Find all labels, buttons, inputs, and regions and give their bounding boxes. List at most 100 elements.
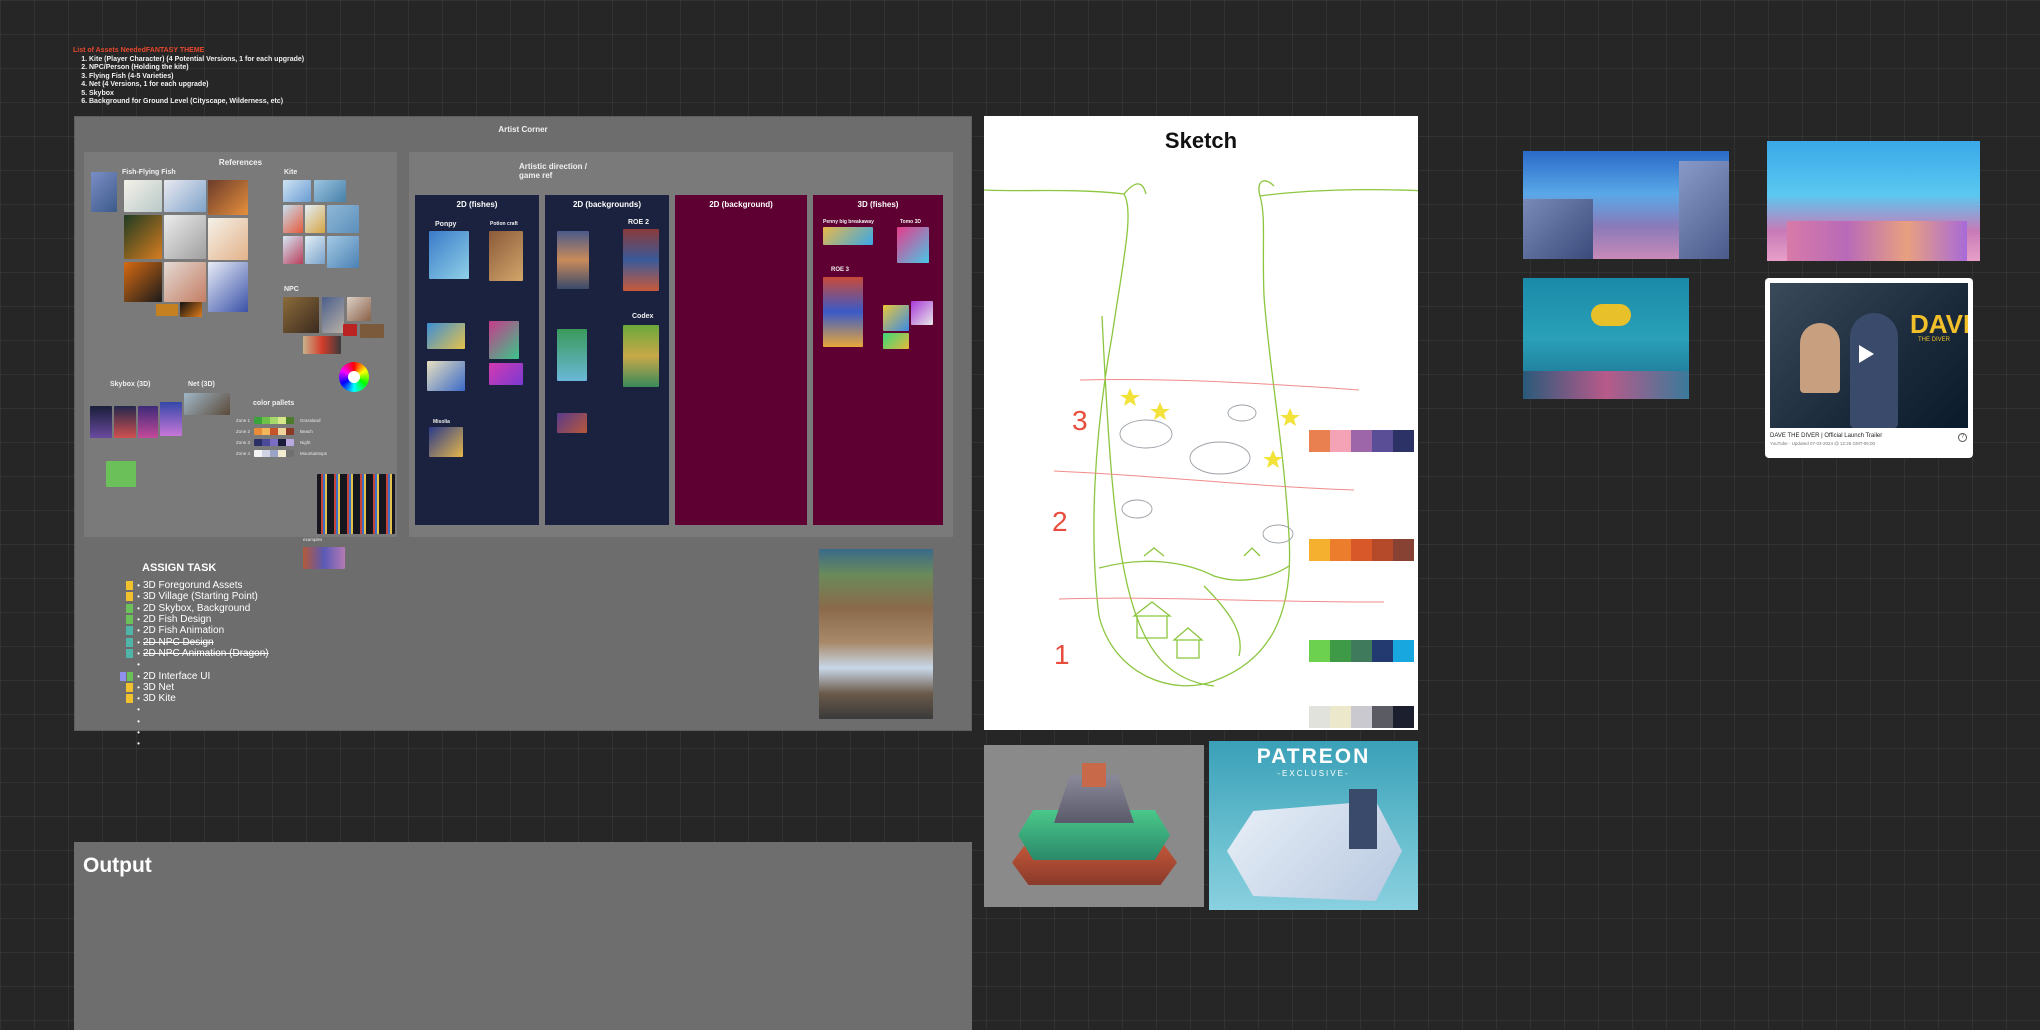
task-item[interactable]: • 3D Net: [120, 682, 370, 693]
color-swatch[interactable]: [1351, 640, 1372, 662]
reference-image[interactable]: [897, 227, 929, 263]
task-item[interactable]: • 2D NPC Animation (Dragon): [120, 648, 370, 659]
reference-image[interactable]: [305, 205, 325, 233]
reference-image[interactable]: [314, 180, 346, 202]
sketch-frame[interactable]: Sketch 3 2 1: [984, 116, 1418, 730]
reference-image[interactable]: [283, 297, 319, 333]
reference-image[interactable]: [327, 205, 359, 233]
reference-image[interactable]: [164, 215, 206, 259]
reference-image[interactable]: [156, 304, 178, 316]
reference-image[interactable]: [557, 413, 587, 433]
reference-image[interactable]: [623, 325, 659, 387]
underwater-screenshot[interactable]: [1767, 141, 1980, 261]
art-direction-frame[interactable]: Artistic direction / game ref 2D (fishes…: [409, 152, 953, 537]
reference-image[interactable]: [283, 205, 303, 233]
submarine-screenshot[interactable]: [1523, 278, 1689, 399]
color-palette-strip[interactable]: [1309, 706, 1414, 728]
skybox-image[interactable]: [160, 402, 182, 436]
color-palette-strip[interactable]: [1309, 539, 1414, 561]
reference-image[interactable]: [823, 227, 873, 245]
task-item[interactable]: •: [120, 727, 370, 738]
task-item[interactable]: • 3D Village (Starting Point): [120, 591, 370, 602]
reference-image[interactable]: [823, 277, 863, 347]
color-swatch[interactable]: [1309, 430, 1330, 452]
task-item[interactable]: • 2D NPC Design: [120, 636, 370, 648]
art-column-2d-fishes[interactable]: 2D (fishes) Ponpy Potion craft Misolia: [415, 195, 539, 525]
reference-image[interactable]: [208, 262, 248, 312]
art-column-3d-fishes[interactable]: 3D (fishes) Penny big breakaway Tomo 3D …: [813, 195, 943, 525]
task-item[interactable]: • 2D Fish Design: [120, 614, 370, 625]
color-swatch[interactable]: [1330, 706, 1351, 728]
color-swatch[interactable]: [1351, 539, 1372, 561]
help-icon[interactable]: ?: [1958, 433, 1967, 442]
play-icon[interactable]: [1859, 345, 1874, 363]
reference-image[interactable]: [557, 231, 589, 289]
color-swatch[interactable]: [1309, 706, 1330, 728]
world-map-image[interactable]: [819, 549, 933, 719]
reference-image[interactable]: [327, 236, 359, 268]
skybox-image[interactable]: [138, 406, 158, 438]
task-item[interactable]: •: [120, 716, 370, 727]
color-swatch[interactable]: [1309, 640, 1330, 662]
color-swatch[interactable]: [1393, 539, 1414, 561]
color-swatch[interactable]: [1372, 539, 1393, 561]
reference-image[interactable]: [208, 218, 248, 260]
color-palette-strip[interactable]: [1309, 430, 1414, 452]
task-item[interactable]: • 2D Fish Animation: [120, 625, 370, 636]
art-column-2d-background[interactable]: 2D (background): [675, 195, 807, 525]
reference-image[interactable]: [322, 297, 344, 333]
color-swatch[interactable]: [1309, 539, 1330, 561]
video-thumbnail[interactable]: DAVE THE DIVER: [1770, 283, 1968, 428]
color-swatch[interactable]: [1330, 539, 1351, 561]
reference-image[interactable]: [303, 336, 341, 354]
art-column-2d-backgrounds[interactable]: 2D (backgrounds) ROE 2 Codex: [545, 195, 669, 525]
reference-image[interactable]: [180, 302, 202, 317]
reference-image[interactable]: [124, 262, 162, 302]
sprite-sheet-image[interactable]: [317, 474, 395, 534]
underwater-screenshot[interactable]: [1523, 151, 1729, 259]
color-swatch[interactable]: [1372, 640, 1393, 662]
reference-image[interactable]: [557, 329, 587, 381]
output-frame[interactable]: Output: [74, 842, 972, 1030]
reference-image[interactable]: [427, 323, 465, 349]
video-embed-card[interactable]: DAVE THE DIVER DAVE THE DIVER | Official…: [1765, 278, 1973, 458]
reference-image[interactable]: [623, 229, 659, 291]
reference-image[interactable]: [489, 321, 519, 359]
reference-image[interactable]: [429, 231, 469, 279]
task-item[interactable]: •: [120, 738, 370, 749]
task-item[interactable]: • 3D Foregorund Assets: [120, 580, 370, 591]
references-frame[interactable]: References Fish-Flying Fish Kite NPC Sky…: [84, 152, 397, 569]
color-swatch[interactable]: [1372, 430, 1393, 452]
skybox-image[interactable]: [90, 406, 112, 438]
task-item[interactable]: •: [120, 659, 370, 670]
reference-image[interactable]: [106, 461, 136, 487]
task-item[interactable]: • 3D Kite: [120, 693, 370, 704]
reference-image[interactable]: [883, 305, 909, 331]
reference-image[interactable]: [164, 180, 206, 212]
reference-image[interactable]: [911, 301, 933, 325]
reference-image[interactable]: [489, 231, 523, 281]
color-swatch[interactable]: [1330, 430, 1351, 452]
color-swatch[interactable]: [1351, 430, 1372, 452]
reference-image[interactable]: [883, 333, 909, 349]
net-image[interactable]: [184, 393, 230, 415]
reference-image[interactable]: [208, 180, 248, 215]
reference-image[interactable]: [124, 215, 162, 259]
reference-image[interactable]: [360, 324, 384, 338]
sketch-drawing[interactable]: 3 2 1: [984, 116, 1418, 730]
asset-list-note[interactable]: List of Assets NeededFANTASY THEME Kite …: [73, 47, 333, 107]
color-swatch[interactable]: [1330, 640, 1351, 662]
reference-image[interactable]: [283, 236, 303, 264]
task-item[interactable]: • 2D Skybox, Background: [120, 603, 370, 614]
color-palette-strip[interactable]: [1309, 640, 1414, 662]
reference-image[interactable]: [91, 172, 117, 212]
task-item[interactable]: •: [120, 704, 370, 715]
village-3d-render[interactable]: [984, 745, 1204, 907]
reference-image[interactable]: [283, 180, 311, 202]
color-swatch[interactable]: [1372, 706, 1393, 728]
color-swatch[interactable]: [1393, 706, 1414, 728]
reference-image[interactable]: [427, 361, 465, 391]
reference-image[interactable]: [164, 262, 206, 302]
color-swatch[interactable]: [1393, 430, 1414, 452]
color-swatch[interactable]: [1393, 640, 1414, 662]
